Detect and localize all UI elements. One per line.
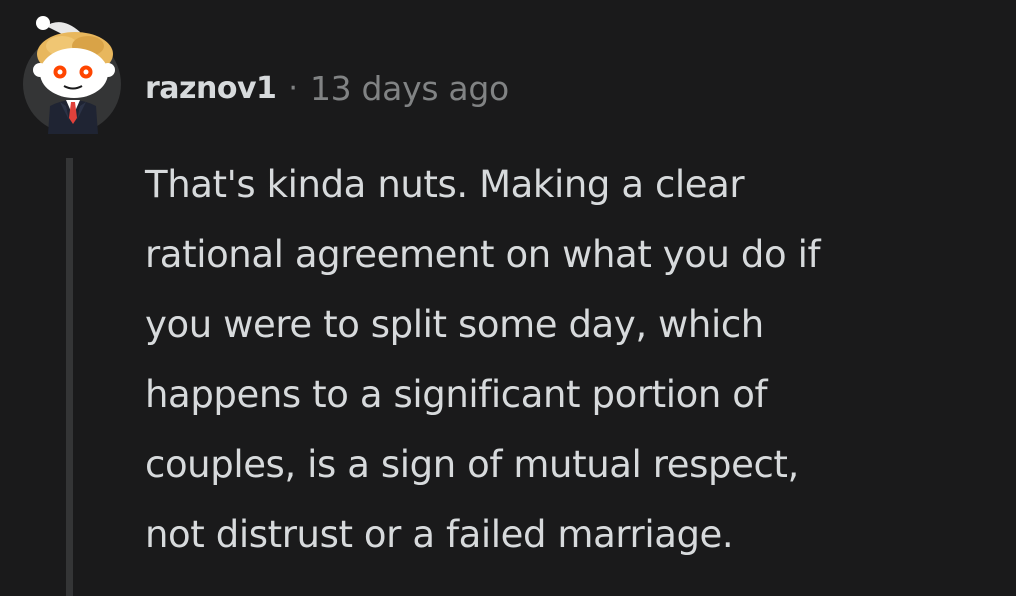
comment-body-line: happens to a significant portion of xyxy=(145,373,768,416)
thread-line[interactable] xyxy=(66,158,73,596)
comment-body-line: couples, is a sign of mutual respect, xyxy=(145,443,799,486)
comment-timestamp[interactable]: 13 days ago xyxy=(310,69,509,108)
comment-body-line: That's kinda nuts. Making a clear xyxy=(145,163,745,206)
user-avatar[interactable] xyxy=(22,10,124,134)
comment-body-line: rational agreement on what you do if xyxy=(145,233,821,276)
comment-body: That's kinda nuts. Making a clear ration… xyxy=(145,150,1005,570)
snoo-avatar-icon xyxy=(23,16,121,134)
comment-meta: raznov1 · 13 days ago xyxy=(145,66,509,110)
comment: raznov1 · 13 days ago That's kinda nuts.… xyxy=(0,0,1016,596)
comment-body-line: you were to split some day, which xyxy=(145,303,764,346)
username-link[interactable]: raznov1 xyxy=(145,71,277,106)
meta-separator: · xyxy=(288,70,298,106)
comment-body-line: not distrust or a failed marriage. xyxy=(145,513,734,556)
